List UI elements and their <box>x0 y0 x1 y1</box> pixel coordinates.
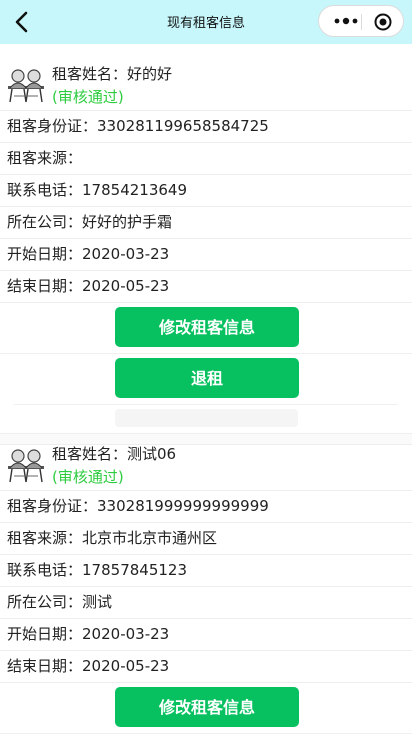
capsule-divider <box>361 14 362 30</box>
id-card-row: 租客身份证：330281999999999999 <box>0 490 412 522</box>
edit-tenant-button[interactable]: 修改租客信息 <box>115 687 299 727</box>
row-value: 17857845123 <box>82 561 187 579</box>
row-label: 结束日期： <box>7 277 83 295</box>
row-value: 好好的护手霜 <box>82 213 173 231</box>
start-date-row: 开始日期：2020-03-23 <box>0 618 412 650</box>
tenant-avatar-icon <box>8 69 44 103</box>
row-label: 联系电话： <box>7 561 83 579</box>
row-value: 330281199658584725 <box>97 117 269 135</box>
tenant-card: 租客姓名：测试06 (审核通过) 租客身份证：33028199999999999… <box>0 424 412 734</box>
status-badge: (审核通过) <box>52 468 124 486</box>
checkout-button-row: 退租 <box>14 354 398 405</box>
tenant-name: 好的好 <box>127 65 173 83</box>
row-label: 结束日期： <box>7 657 83 675</box>
row-value: 2020-03-23 <box>82 625 170 643</box>
start-date-row: 开始日期：2020-03-23 <box>0 238 412 270</box>
checkout-button[interactable]: 退租 <box>115 358 299 398</box>
phone-row: 联系电话：17854213649 <box>0 174 412 206</box>
row-label: 租客身份证： <box>7 117 98 135</box>
row-label: 开始日期： <box>7 245 83 263</box>
phone-row: 联系电话：17857845123 <box>0 554 412 586</box>
tenant-name-label: 租客姓名： <box>52 65 128 83</box>
edit-button-row: 修改租客信息 <box>0 302 412 354</box>
row-label: 租客来源： <box>7 149 83 167</box>
company-row: 所在公司：测试 <box>0 586 412 618</box>
tenant-name: 测试06 <box>127 445 177 463</box>
row-value: 测试 <box>82 593 113 611</box>
target-circle-icon[interactable] <box>374 13 392 31</box>
row-value: 2020-03-23 <box>82 245 170 263</box>
more-dots-icon[interactable] <box>334 15 358 27</box>
row-label: 所在公司： <box>7 213 83 231</box>
row-value: 北京市北京市通州区 <box>82 529 218 547</box>
status-badge: (审核通过) <box>52 88 124 106</box>
end-date-row: 结束日期：2020-05-23 <box>0 270 412 302</box>
row-label: 所在公司： <box>7 593 83 611</box>
row-value: 2020-05-23 <box>82 277 170 295</box>
tenant-avatar-icon <box>8 449 44 483</box>
row-value: 17854213649 <box>82 181 187 199</box>
row-value: 2020-05-23 <box>82 657 170 675</box>
row-label: 开始日期： <box>7 625 83 643</box>
edit-button-row: 修改租客信息 <box>0 682 412 734</box>
source-row: 租客来源： <box>0 142 412 174</box>
tenant-header: 租客姓名：好的好 (审核通过) <box>0 56 412 110</box>
end-date-row: 结束日期：2020-05-23 <box>0 650 412 682</box>
row-label: 租客身份证： <box>7 497 98 515</box>
row-label: 联系电话： <box>7 181 83 199</box>
tenant-name-label: 租客姓名： <box>52 445 128 463</box>
company-row: 所在公司：好好的护手霜 <box>0 206 412 238</box>
id-card-row: 租客身份证：330281199658584725 <box>0 110 412 142</box>
row-value: 330281999999999999 <box>97 497 269 515</box>
tenant-name-line: 租客姓名：好的好 <box>52 63 172 84</box>
navigation-bar: 现有租客信息 <box>0 0 412 44</box>
tenant-card: 租客姓名：好的好 (审核通过) 租客身份证：330281199658584725… <box>0 44 412 445</box>
row-label: 租客来源： <box>7 529 83 547</box>
source-row: 租客来源：北京市北京市通州区 <box>0 522 412 554</box>
tenant-header: 租客姓名：测试06 (审核通过) <box>0 436 412 490</box>
mini-program-capsule <box>318 5 404 37</box>
edit-tenant-button[interactable]: 修改租客信息 <box>115 307 299 347</box>
tenant-name-line: 租客姓名：测试06 <box>52 443 176 464</box>
